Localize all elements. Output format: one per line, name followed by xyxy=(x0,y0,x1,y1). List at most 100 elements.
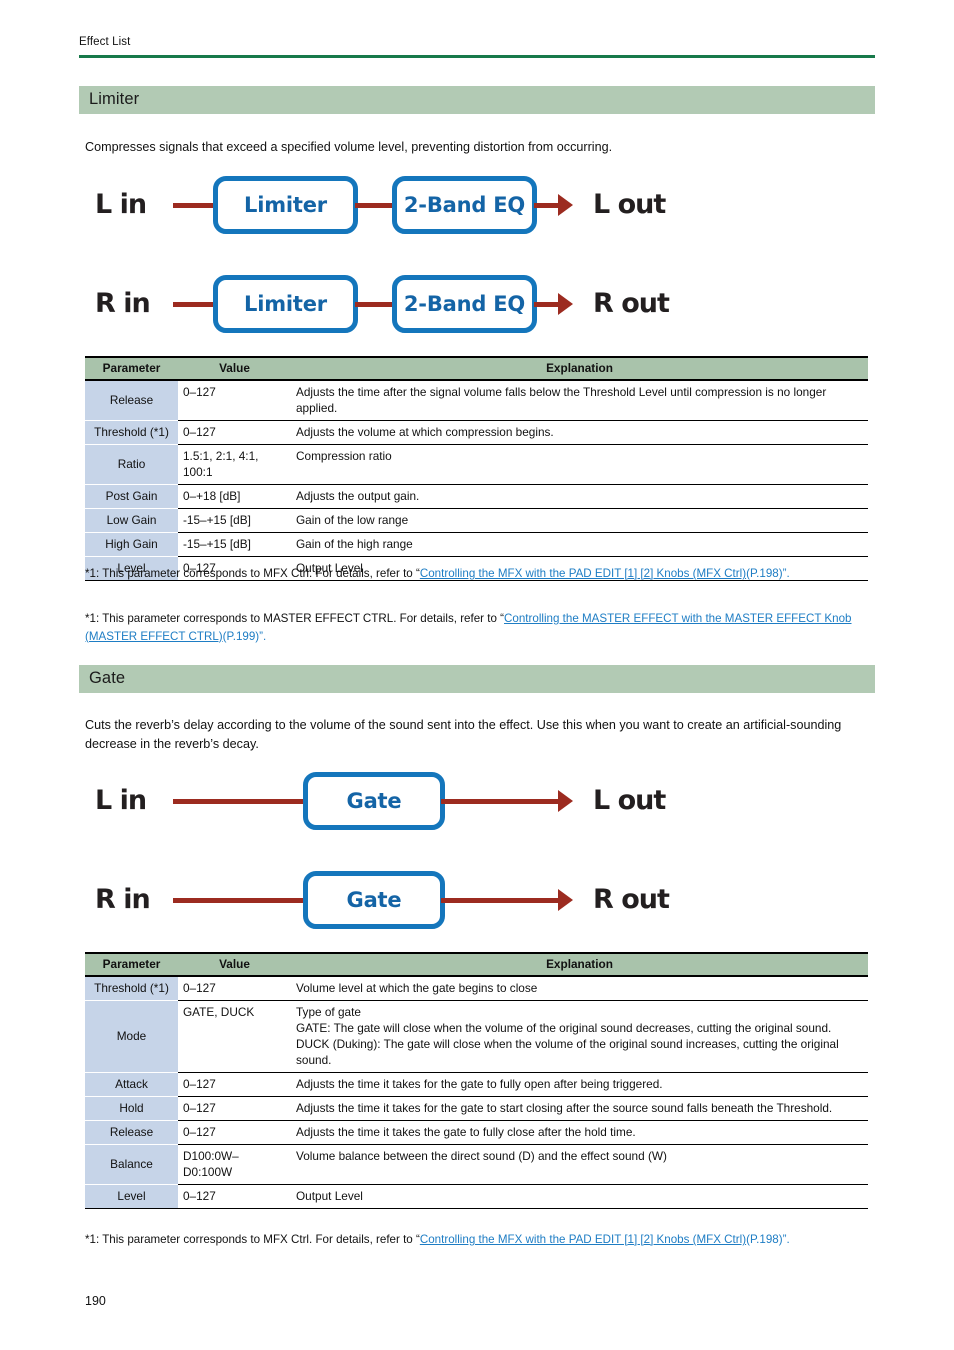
fx-block-gate: Gate xyxy=(303,871,445,929)
wire-segment xyxy=(355,203,397,208)
footnote-text: *1: This parameter corresponds to MFX Ct… xyxy=(85,1233,420,1246)
cell-explanation: Compression ratio xyxy=(291,444,868,485)
footnote-master-effect-ctrl: *1: This parameter corresponds to MASTER… xyxy=(85,610,875,645)
table-row: Mode GATE, DUCK Type of gate GATE: The g… xyxy=(85,1000,868,1073)
cell-parameter: High Gain xyxy=(85,532,178,557)
fx-block-gate: Gate xyxy=(303,772,445,830)
fx-block-limiter: Limiter xyxy=(213,275,358,333)
table-row: Low Gain -15–+15 [dB] Gain of the low ra… xyxy=(85,508,868,533)
fx-block-limiter: Limiter xyxy=(213,176,358,234)
cell-value: 0–127 xyxy=(178,420,291,445)
footnote-page-ref: (P.199)”. xyxy=(222,629,267,643)
table-row: Post Gain 0–+18 [dB] Adjusts the output … xyxy=(85,484,868,509)
footnote-link[interactable]: Controlling the MFX with the PAD EDIT [1… xyxy=(420,1233,746,1246)
footnote-page-ref: (P.198)”. xyxy=(746,1233,790,1246)
cell-value: -15–+15 [dB] xyxy=(178,508,291,533)
fx-block-2band-eq: 2-Band EQ xyxy=(392,275,537,333)
table-header-row: Parameter Value Explanation xyxy=(85,952,868,977)
table-row: Hold 0–127 Adjusts the time it takes for… xyxy=(85,1096,868,1121)
column-header-value: Value xyxy=(178,356,291,381)
table-row: Attack 0–127 Adjusts the time it takes f… xyxy=(85,1072,868,1097)
wire-segment xyxy=(441,898,561,903)
arrow-right-icon xyxy=(558,194,573,216)
table-header-row: Parameter Value Explanation xyxy=(85,356,868,381)
table-row: Threshold (*1) 0–127 Volume level at whi… xyxy=(85,976,868,1001)
footnote-text: *1: This parameter corresponds to MASTER… xyxy=(85,612,505,625)
cell-parameter: Threshold (*1) xyxy=(85,976,178,1001)
cell-explanation: Output Level xyxy=(291,1184,868,1209)
column-header-parameter: Parameter xyxy=(85,952,178,977)
cell-parameter: Balance xyxy=(85,1144,178,1185)
fx-block-2band-eq: 2-Band EQ xyxy=(392,176,537,234)
cell-explanation: Adjusts the volume at which compression … xyxy=(291,420,868,445)
footnote-text: *1: This parameter corresponds to MFX Ct… xyxy=(85,567,420,580)
header-rule xyxy=(79,55,875,58)
column-header-explanation: Explanation xyxy=(291,356,868,381)
cell-parameter: Post Gain xyxy=(85,484,178,509)
document-page: Effect List Limiter Compresses signals t… xyxy=(0,0,954,1350)
cell-explanation: Volume level at which the gate begins to… xyxy=(291,976,868,1001)
cell-parameter: Release xyxy=(85,1120,178,1145)
arrow-right-icon xyxy=(558,889,573,911)
fx-block-label: 2-Band EQ xyxy=(403,292,526,316)
cell-explanation: Adjusts the time it takes the gate to fu… xyxy=(291,1120,868,1145)
port-label-input-right: R in xyxy=(95,884,151,915)
cell-explanation: Adjusts the time it takes for the gate t… xyxy=(291,1096,868,1121)
cell-value: -15–+15 [dB] xyxy=(178,532,291,557)
parameter-table-limiter: Parameter Value Explanation Release 0–12… xyxy=(85,356,868,581)
port-label-input-left: L in xyxy=(95,189,147,220)
parameter-table-gate: Parameter Value Explanation Threshold (*… xyxy=(85,952,868,1209)
arrow-right-icon xyxy=(558,293,573,315)
port-label-input-left: L in xyxy=(95,785,147,816)
cell-value: 0–+18 [dB] xyxy=(178,484,291,509)
cell-parameter: Hold xyxy=(85,1096,178,1121)
table-row: Level 0–127 Output Level xyxy=(85,1184,868,1209)
cell-parameter: Level xyxy=(85,1184,178,1209)
cell-parameter: Low Gain xyxy=(85,508,178,533)
table-row: High Gain -15–+15 [dB] Gain of the high … xyxy=(85,532,868,557)
fx-block-label: Limiter xyxy=(244,292,327,316)
cell-parameter: Threshold (*1) xyxy=(85,420,178,445)
port-label-output-left: L out xyxy=(593,189,666,220)
cell-explanation: Adjusts the time after the signal volume… xyxy=(291,380,868,421)
wire-segment xyxy=(355,302,397,307)
running-header-title: Effect List xyxy=(79,36,131,48)
footnote-mfx-ctrl: *1: This parameter corresponds to MFX Ct… xyxy=(85,565,875,583)
column-header-explanation: Explanation xyxy=(291,952,868,977)
cell-value: 0–127 xyxy=(178,1096,291,1121)
cell-parameter: Ratio xyxy=(85,444,178,485)
section-title-gate: Gate xyxy=(89,669,126,687)
cell-explanation: Adjusts the output gain. xyxy=(291,484,868,509)
footnote-mfx-ctrl: *1: This parameter corresponds to MFX Ct… xyxy=(85,1231,875,1249)
port-label-output-right: R out xyxy=(593,288,670,319)
cell-explanation: Type of gate GATE: The gate will close w… xyxy=(291,1000,868,1073)
cell-value: 1.5:1, 2:1, 4:1, 100:1 xyxy=(178,444,291,485)
cell-explanation: Gain of the high range xyxy=(291,532,868,557)
fx-block-label: Limiter xyxy=(244,193,327,217)
port-label-output-left: L out xyxy=(593,785,666,816)
footnote-page-ref: (P.198)”. xyxy=(746,567,790,580)
section-heading-gate: Gate xyxy=(79,665,875,693)
wire-segment xyxy=(173,898,323,903)
table-row: Release 0–127 Adjusts the time it takes … xyxy=(85,1120,868,1145)
wire-segment xyxy=(173,799,323,804)
footnote-link[interactable]: Controlling the MFX with the PAD EDIT [1… xyxy=(420,567,746,580)
column-header-value: Value xyxy=(178,952,291,977)
section-description-gate: Cuts the reverb’s delay according to the… xyxy=(85,718,842,751)
cell-parameter: Attack xyxy=(85,1072,178,1097)
cell-value: 0–127 xyxy=(178,1120,291,1145)
arrow-right-icon xyxy=(558,790,573,812)
table-row: Ratio 1.5:1, 2:1, 4:1, 100:1 Compression… xyxy=(85,444,868,485)
cell-parameter: Mode xyxy=(85,1000,178,1073)
cell-value: D100:0W–D0:100W xyxy=(178,1144,291,1185)
section-description-limiter: Compresses signals that exceed a specifi… xyxy=(85,140,613,154)
fx-block-label: Gate xyxy=(346,789,402,813)
table-row: Release 0–127 Adjusts the time after the… xyxy=(85,380,868,421)
cell-explanation: Gain of the low range xyxy=(291,508,868,533)
cell-value: 0–127 xyxy=(178,1072,291,1097)
page-number: 190 xyxy=(85,1294,106,1308)
cell-value: 0–127 xyxy=(178,976,291,1001)
cell-parameter: Release xyxy=(85,380,178,421)
cell-value: 0–127 xyxy=(178,380,291,421)
port-label-input-right: R in xyxy=(95,288,151,319)
